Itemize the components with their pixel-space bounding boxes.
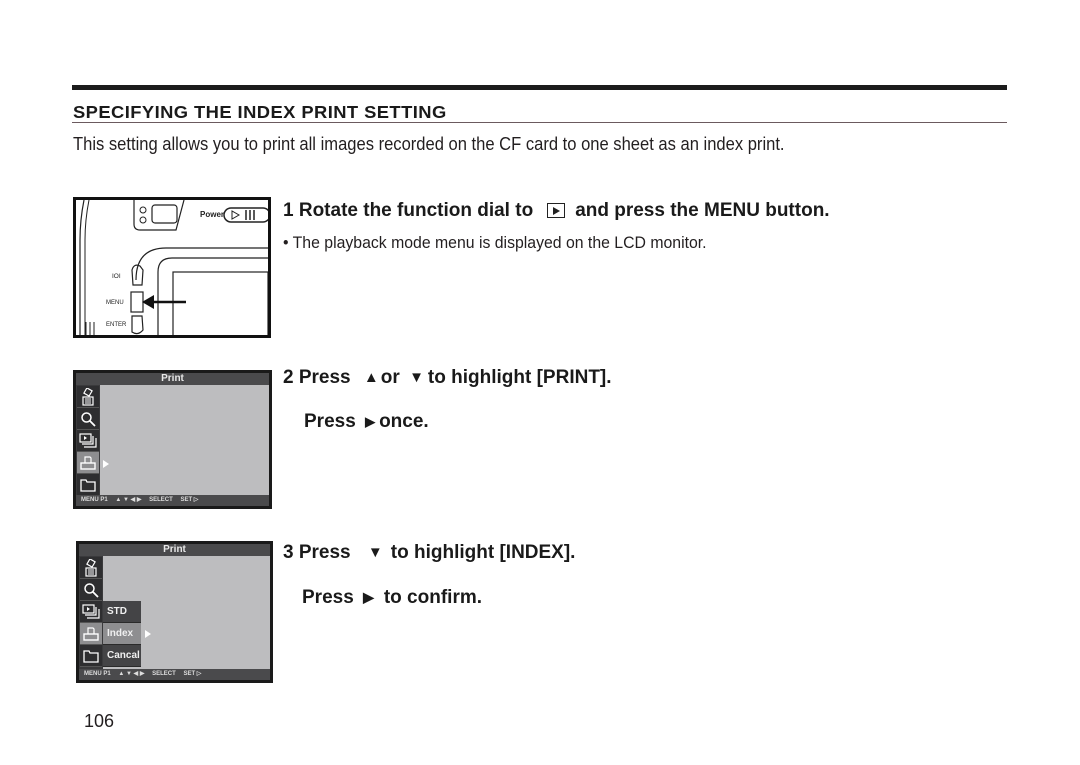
step-2-press-label: Press [298,367,351,388]
selection-pointer-icon [103,460,109,468]
folder-icon [77,474,99,496]
lcd-footer: MENU P1 ▲ ▼ ◀ ▶ SELECT SET ▷ [76,495,269,506]
lcd-sidebar [76,385,100,496]
step-3-press-label-2: Press [302,587,354,608]
step-2-press-label-2: Press [304,411,356,432]
step-1-text-a: Rotate the function dial to [298,200,534,221]
down-arrow-icon: ▼ [367,544,383,561]
lcd-footer: MENU P1 ▲ ▼ ◀ ▶ SELECT SET ▷ [79,669,270,680]
step-2-line-2: Press ▶ once. [304,411,429,433]
step-3-line-1: 3 Press ▼ to highlight [INDEX]. [283,542,575,564]
section-title: SPECIFYING THE INDEX PRINT SETTING [73,102,447,122]
step-3-highlight-text: to highlight [INDEX]. [390,542,576,563]
footer-set-label: SET ▷ [183,671,202,677]
step-3-confirm-text: to confirm. [383,587,483,608]
step-2-highlight-text: to highlight [PRINT]. [427,367,612,388]
up-arrow-icon: ▲ [363,369,379,386]
delete-icon [80,557,102,579]
step-2-number: 2 [283,367,294,388]
right-arrow-icon: ▶ [365,414,376,429]
magnify-icon [80,579,102,601]
playback-mode-icon [547,203,566,218]
folder-icon [80,645,102,667]
footer-menu-label: MENU P1 [81,497,108,503]
footer-menu-label: MENU P1 [84,671,111,677]
step-1-text-b: and press the MENU button. [575,200,830,221]
camera-back-drawing: Power IOI MENU ENTER [79,200,268,335]
menu-button-label: MENU [106,300,124,306]
down-arrow-icon: ▼ [409,369,424,386]
slideshow-icon [77,430,99,452]
step-3-number: 3 [283,542,294,563]
ioi-button-label: IOI [112,273,121,280]
step-3-line-2: Press ▶ to confirm. [302,587,482,609]
step-3-press-label: Press [298,542,351,563]
step-2-line-1: 2 Press ▲ or ▼ to highlight [PRINT]. [283,367,612,389]
step-2-once-text: once. [379,411,429,432]
footer-select-label: SELECT [152,671,176,677]
print-icon [80,623,102,645]
footer-set-label: SET ▷ [180,497,199,503]
lcd-header: Print [79,544,270,556]
lcd-screen-print-menu: Print MENU P1 ▲ ▼ ◀ ▶ SELECT SET ▷ [73,370,272,509]
submenu-item-std[interactable]: STD [103,601,141,623]
step-1-title: 1 Rotate the function dial to and press t… [283,200,830,222]
footer-select-label: SELECT [149,497,173,503]
step-1-note: • The playback mode menu is displayed on… [283,233,707,252]
step-2-or-label: or [380,367,400,388]
delete-icon [77,386,99,408]
top-rule [72,85,1007,90]
print-icon [77,452,99,474]
lcd-header: Print [76,373,269,385]
step-1-number: 1 [283,200,294,221]
intro-text: This setting allows you to print all ima… [73,134,785,154]
selection-pointer-icon [145,630,151,638]
title-rule [72,122,1007,123]
lcd-sidebar [79,556,103,669]
lcd-screen-print-submenu: Print STD Index Cancal MENU P1 ▲ ▼ ◀ ▶ S… [76,541,273,683]
page-number: 106 [84,711,115,731]
footer-arrows: ▲ ▼ ◀ ▶ [118,671,145,677]
footer-arrows: ▲ ▼ ◀ ▶ [115,497,142,503]
submenu-item-index[interactable]: Index [103,623,141,645]
slideshow-icon [80,601,102,623]
right-arrow-icon: ▶ [363,589,374,605]
power-label: Power [200,210,224,219]
camera-illustration: Power IOI MENU ENTER [73,197,271,338]
magnify-icon [77,408,99,430]
submenu-item-cancel[interactable]: Cancal [103,645,141,667]
enter-button-label: ENTER [106,322,127,328]
